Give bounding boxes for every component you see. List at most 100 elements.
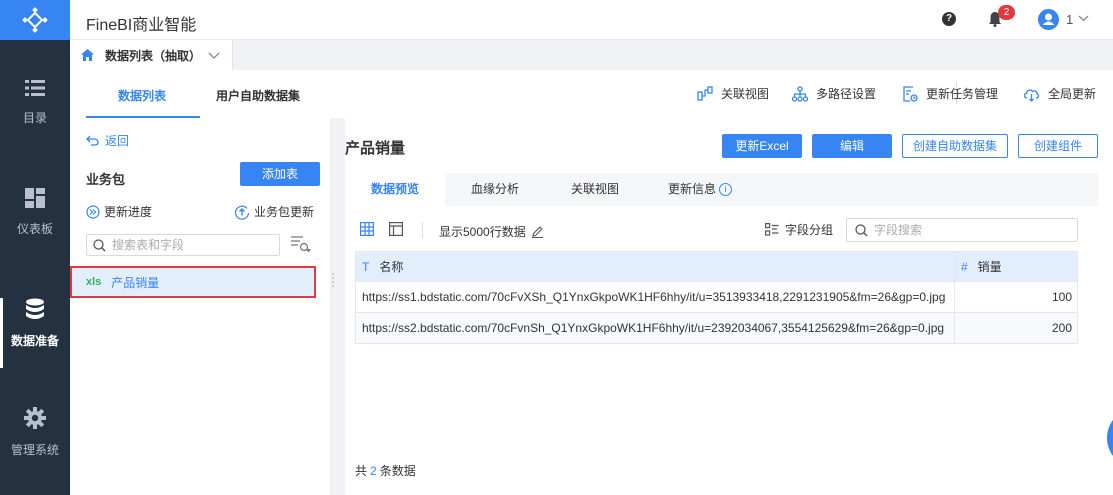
sidebar-item-label: 数据准备 xyxy=(10,334,59,348)
tab-related-view[interactable]: 关联视图 xyxy=(545,173,645,206)
gear-icon xyxy=(24,407,46,429)
related-view-button[interactable]: 关联视图 xyxy=(697,85,769,102)
column-header-label: 名称 xyxy=(379,260,404,274)
doc-tab-label: 数据列表（抽取） xyxy=(105,48,202,63)
tab-self-service-dataset[interactable]: 用户自助数据集 xyxy=(216,87,300,104)
related-view-label: 关联视图 xyxy=(721,87,770,101)
document-tabs: 数据列表（抽取） xyxy=(70,40,1113,70)
column-header-label: 销量 xyxy=(977,260,1002,274)
dashboard-icon xyxy=(25,188,45,208)
toolbar-divider xyxy=(422,222,423,238)
table-detail-panel: 产品销量 更新Excel 编辑 创建自助数据集 创建组件 数据预览 血缘分析 关… xyxy=(345,118,1113,495)
sidebar-item-catalog[interactable]: 目录 xyxy=(0,79,70,159)
update-progress-label: 更新进度 xyxy=(104,205,153,219)
create-component-button[interactable]: 创建组件 xyxy=(1018,134,1098,158)
multipath-label: 多路径设置 xyxy=(816,87,877,101)
doc-tab-data-list[interactable]: 数据列表（抽取） xyxy=(70,40,233,70)
detail-tabs: 数据预览 血缘分析 关联视图 更新信息 i xyxy=(345,173,1098,206)
logo-icon xyxy=(22,7,48,33)
add-table-button[interactable]: 添加表 xyxy=(240,162,320,186)
table-row: https://ss1.bdstatic.com/70cFvXSh_Q1YnxG… xyxy=(355,281,1079,313)
cell-name: https://ss1.bdstatic.com/70cFvXSh_Q1YnxG… xyxy=(355,281,955,313)
sidebar-item-dashboard[interactable]: 仪表板 xyxy=(0,188,70,268)
update-task-label: 更新任务管理 xyxy=(926,87,999,101)
update-task-manage-button[interactable]: 更新任务管理 xyxy=(902,85,998,102)
cell-name: https://ss2.bdstatic.com/70cFvnSh_Q1YnxG… xyxy=(355,312,955,344)
chevron-down-icon[interactable] xyxy=(208,47,220,63)
package-title: 业务包 xyxy=(86,172,126,187)
home-icon xyxy=(81,49,94,61)
grid-view-icon[interactable] xyxy=(360,222,374,236)
package-update-button[interactable]: 业务包更新 xyxy=(234,203,314,220)
database-icon xyxy=(26,298,44,319)
tab-lineage-analysis[interactable]: 血缘分析 xyxy=(445,173,545,206)
package-update-label: 业务包更新 xyxy=(254,205,315,219)
sidebar-item-admin[interactable]: 管理系统 xyxy=(0,407,70,487)
record-count-prefix: 共 xyxy=(355,464,368,478)
filter-icon[interactable] xyxy=(290,235,312,253)
search-icon xyxy=(93,238,106,252)
table-item-product-sales[interactable]: xls 产品销量 xyxy=(70,266,316,298)
pencil-icon xyxy=(531,226,543,238)
table-field-search[interactable] xyxy=(86,234,280,256)
list-icon xyxy=(25,80,45,96)
upload-circle-icon xyxy=(234,205,250,220)
field-search-input[interactable] xyxy=(874,223,1064,237)
table-item-label: 产品销量 xyxy=(111,275,160,290)
sidebar-item-label: 目录 xyxy=(22,111,47,125)
row-limit-setting[interactable]: 显示5000行数据 xyxy=(439,223,544,240)
update-progress-button[interactable]: 更新进度 xyxy=(86,203,152,220)
task-icon xyxy=(903,85,918,102)
page-title: 产品销量 xyxy=(345,140,406,157)
field-group-button[interactable]: 字段分组 xyxy=(765,221,833,238)
sidebar: 目录 仪表板 数据准备 管理系统 xyxy=(0,0,70,495)
top-bar: FineBI商业智能 ? 2 1 xyxy=(70,0,1113,40)
toolbar: 数据列表 用户自助数据集 关联视图 多路径设置 更新任务管理 全局更新 xyxy=(70,70,1113,118)
back-arrow-icon xyxy=(86,135,99,146)
data-preview-table: T 名称 # 销量 https://ss1.bdstatic.com/70cFvXS… xyxy=(355,251,1079,344)
edit-button[interactable]: 编辑 xyxy=(812,134,892,158)
search-input[interactable] xyxy=(112,238,262,252)
field-group-label: 字段分组 xyxy=(785,223,834,237)
progress-icon xyxy=(86,204,100,219)
preview-toolbar: 显示5000行数据 字段分组 xyxy=(345,215,1098,245)
search-icon xyxy=(855,223,868,237)
panel-resize-handle[interactable]: ⋮ ⋮ xyxy=(327,272,339,288)
row-limit-label: 显示5000行数据 xyxy=(439,225,526,239)
tab-data-preview[interactable]: 数据预览 xyxy=(345,173,445,206)
multipath-settings-button[interactable]: 多路径设置 xyxy=(792,85,876,102)
global-update-button[interactable]: 全局更新 xyxy=(1023,85,1096,102)
sidebar-item-label: 仪表板 xyxy=(16,222,53,236)
tab-update-info-label: 更新信息 xyxy=(667,182,716,196)
back-label: 返回 xyxy=(105,134,130,148)
hierarchy-icon xyxy=(792,85,808,102)
help-icon[interactable]: ? xyxy=(942,12,956,26)
info-icon[interactable]: i xyxy=(719,183,732,197)
column-header-sales[interactable]: # 销量 xyxy=(953,251,1079,282)
xls-icon: xls xyxy=(86,276,102,288)
update-excel-button[interactable]: 更新Excel xyxy=(722,134,802,158)
field-group-icon xyxy=(765,222,779,236)
table-row: https://ss2.bdstatic.com/70cFvnSh_Q1YnxG… xyxy=(355,312,1079,344)
user-icon xyxy=(1042,13,1055,25)
column-header-name[interactable]: T 名称 xyxy=(355,251,955,282)
sidebar-item-label: 管理系统 xyxy=(10,443,59,457)
global-update-label: 全局更新 xyxy=(1048,87,1097,101)
tab-update-info[interactable]: 更新信息 i xyxy=(645,173,755,206)
user-name[interactable]: 1 xyxy=(1066,12,1073,27)
app-title: FineBI商业智能 xyxy=(86,17,197,34)
table-header-row: T 名称 # 销量 xyxy=(355,251,1079,282)
record-count: 共 2 条数据 xyxy=(355,462,416,479)
related-view-icon xyxy=(697,85,713,101)
back-button[interactable]: 返回 xyxy=(86,132,129,149)
layout-view-icon[interactable] xyxy=(389,222,403,236)
number-type-icon: # xyxy=(960,260,968,274)
record-count-number: 2 xyxy=(370,464,377,478)
field-search[interactable] xyxy=(846,218,1078,242)
avatar[interactable] xyxy=(1038,9,1059,30)
chevron-down-icon[interactable] xyxy=(1078,15,1089,22)
app-logo[interactable] xyxy=(0,0,70,40)
tab-data-list[interactable]: 数据列表 xyxy=(118,87,166,104)
create-dataset-button[interactable]: 创建自助数据集 xyxy=(902,134,1008,158)
sidebar-item-data-prep[interactable]: 数据准备 xyxy=(0,298,70,378)
